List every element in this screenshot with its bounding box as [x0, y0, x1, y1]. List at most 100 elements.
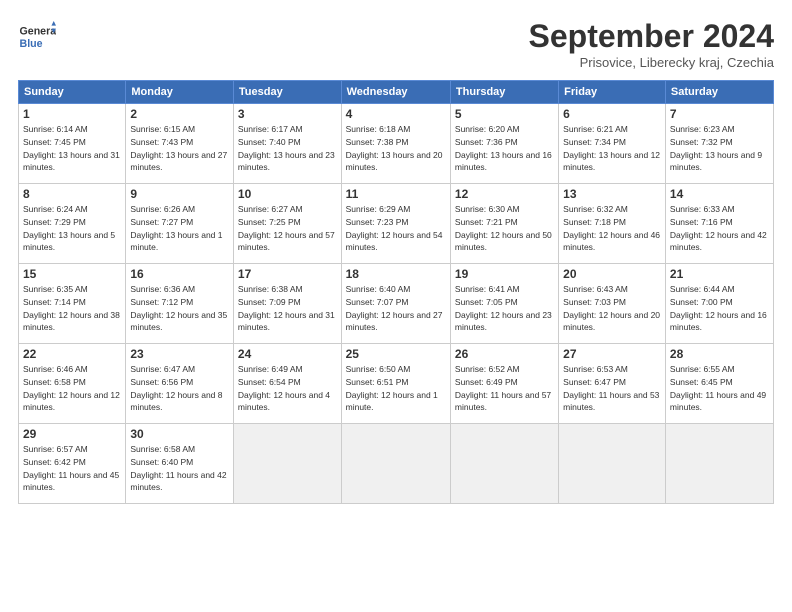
day-number: 1	[23, 107, 121, 121]
day-info: Sunrise: 6:33 AMSunset: 7:16 PMDaylight:…	[670, 203, 769, 254]
table-row: 7 Sunrise: 6:23 AMSunset: 7:32 PMDaylight…	[665, 104, 773, 184]
table-row: 30 Sunrise: 6:58 AMSunset: 6:40 PMDayligh…	[126, 424, 234, 504]
day-info: Sunrise: 6:21 AMSunset: 7:34 PMDaylight:…	[563, 123, 661, 174]
day-info: Sunrise: 6:55 AMSunset: 6:45 PMDaylight:…	[670, 363, 769, 414]
day-info: Sunrise: 6:47 AMSunset: 6:56 PMDaylight:…	[130, 363, 229, 414]
table-row: 14 Sunrise: 6:33 AMSunset: 7:16 PMDayligh…	[665, 184, 773, 264]
day-number: 23	[130, 347, 229, 361]
col-thursday: Thursday	[450, 81, 558, 104]
calendar-week-row: 15 Sunrise: 6:35 AMSunset: 7:14 PMDayligh…	[19, 264, 774, 344]
svg-text:General: General	[20, 26, 56, 38]
day-number: 26	[455, 347, 554, 361]
day-info: Sunrise: 6:57 AMSunset: 6:42 PMDaylight:…	[23, 443, 121, 494]
table-row	[233, 424, 341, 504]
table-row	[450, 424, 558, 504]
day-number: 27	[563, 347, 661, 361]
day-info: Sunrise: 6:15 AMSunset: 7:43 PMDaylight:…	[130, 123, 229, 174]
table-row: 4 Sunrise: 6:18 AMSunset: 7:38 PMDaylight…	[341, 104, 450, 184]
day-number: 7	[670, 107, 769, 121]
table-row: 5Sunrise: 6:20 AMSunset: 7:36 PMDaylight…	[450, 104, 558, 184]
table-row: 3 Sunrise: 6:17 AMSunset: 7:40 PMDaylight…	[233, 104, 341, 184]
day-number: 22	[23, 347, 121, 361]
location-subtitle: Prisovice, Liberecky kraj, Czechia	[529, 55, 774, 70]
table-row: 17 Sunrise: 6:38 AMSunset: 7:09 PMDayligh…	[233, 264, 341, 344]
col-monday: Monday	[126, 81, 234, 104]
table-row: 28 Sunrise: 6:55 AMSunset: 6:45 PMDayligh…	[665, 344, 773, 424]
day-number: 21	[670, 267, 769, 281]
day-number: 8	[23, 187, 121, 201]
day-info: Sunrise: 6:41 AMSunset: 7:05 PMDaylight:…	[455, 283, 554, 334]
calendar-header-row: Sunday Monday Tuesday Wednesday Thursday…	[19, 81, 774, 104]
table-row: 15 Sunrise: 6:35 AMSunset: 7:14 PMDayligh…	[19, 264, 126, 344]
day-number: 4	[346, 107, 446, 121]
table-row: 26 Sunrise: 6:52 AMSunset: 6:49 PMDayligh…	[450, 344, 558, 424]
table-row: 20 Sunrise: 6:43 AMSunset: 7:03 PMDayligh…	[559, 264, 666, 344]
day-number: 28	[670, 347, 769, 361]
page-header: General Blue September 2024 Prisovice, L…	[18, 18, 774, 70]
day-info: Sunrise: 6:26 AMSunset: 7:27 PMDaylight:…	[130, 203, 229, 254]
day-number: 15	[23, 267, 121, 281]
day-number: 13	[563, 187, 661, 201]
svg-text:Blue: Blue	[20, 38, 43, 50]
day-number: 12	[455, 187, 554, 201]
day-number: 25	[346, 347, 446, 361]
calendar-week-row: 29Sunrise: 6:57 AMSunset: 6:42 PMDayligh…	[19, 424, 774, 504]
table-row: 25 Sunrise: 6:50 AMSunset: 6:51 PMDayligh…	[341, 344, 450, 424]
day-info: Sunrise: 6:40 AMSunset: 7:07 PMDaylight:…	[346, 283, 446, 334]
day-info: Sunrise: 6:52 AMSunset: 6:49 PMDaylight:…	[455, 363, 554, 414]
table-row: 18 Sunrise: 6:40 AMSunset: 7:07 PMDayligh…	[341, 264, 450, 344]
table-row	[559, 424, 666, 504]
day-number: 6	[563, 107, 661, 121]
day-info: Sunrise: 6:58 AMSunset: 6:40 PMDaylight:…	[130, 443, 229, 494]
day-info: Sunrise: 6:53 AMSunset: 6:47 PMDaylight:…	[563, 363, 661, 414]
day-info: Sunrise: 6:18 AMSunset: 7:38 PMDaylight:…	[346, 123, 446, 174]
table-row: 16Sunrise: 6:36 AMSunset: 7:12 PMDayligh…	[126, 264, 234, 344]
table-row: 13 Sunrise: 6:32 AMSunset: 7:18 PMDayligh…	[559, 184, 666, 264]
day-number: 19	[455, 267, 554, 281]
day-info: Sunrise: 6:43 AMSunset: 7:03 PMDaylight:…	[563, 283, 661, 334]
table-row: 6 Sunrise: 6:21 AMSunset: 7:34 PMDaylight…	[559, 104, 666, 184]
day-info: Sunrise: 6:20 AMSunset: 7:36 PMDaylight:…	[455, 123, 554, 174]
table-row: 12 Sunrise: 6:30 AMSunset: 7:21 PMDayligh…	[450, 184, 558, 264]
day-number: 9	[130, 187, 229, 201]
table-row: 11Sunrise: 6:29 AMSunset: 7:23 PMDayligh…	[341, 184, 450, 264]
calendar-week-row: 1 Sunrise: 6:14 AMSunset: 7:45 PMDaylight…	[19, 104, 774, 184]
day-info: Sunrise: 6:14 AMSunset: 7:45 PMDaylight:…	[23, 123, 121, 174]
day-info: Sunrise: 6:49 AMSunset: 6:54 PMDaylight:…	[238, 363, 337, 414]
table-row: 24Sunrise: 6:49 AMSunset: 6:54 PMDayligh…	[233, 344, 341, 424]
table-row: 10 Sunrise: 6:27 AMSunset: 7:25 PMDayligh…	[233, 184, 341, 264]
table-row	[665, 424, 773, 504]
col-sunday: Sunday	[19, 81, 126, 104]
logo-icon: General Blue	[18, 18, 56, 56]
day-number: 10	[238, 187, 337, 201]
table-row: 1 Sunrise: 6:14 AMSunset: 7:45 PMDaylight…	[19, 104, 126, 184]
day-info: Sunrise: 6:27 AMSunset: 7:25 PMDaylight:…	[238, 203, 337, 254]
day-info: Sunrise: 6:50 AMSunset: 6:51 PMDaylight:…	[346, 363, 446, 414]
table-row: 19 Sunrise: 6:41 AMSunset: 7:05 PMDayligh…	[450, 264, 558, 344]
logo: General Blue	[18, 18, 56, 56]
day-info: Sunrise: 6:35 AMSunset: 7:14 PMDaylight:…	[23, 283, 121, 334]
col-saturday: Saturday	[665, 81, 773, 104]
day-number: 11	[346, 187, 446, 201]
calendar-table: Sunday Monday Tuesday Wednesday Thursday…	[18, 80, 774, 504]
day-info: Sunrise: 6:23 AMSunset: 7:32 PMDaylight:…	[670, 123, 769, 174]
day-number: 14	[670, 187, 769, 201]
day-info: Sunrise: 6:32 AMSunset: 7:18 PMDaylight:…	[563, 203, 661, 254]
col-wednesday: Wednesday	[341, 81, 450, 104]
day-number: 17	[238, 267, 337, 281]
day-number: 20	[563, 267, 661, 281]
day-number: 18	[346, 267, 446, 281]
day-number: 30	[130, 427, 229, 441]
day-info: Sunrise: 6:30 AMSunset: 7:21 PMDaylight:…	[455, 203, 554, 254]
day-info: Sunrise: 6:44 AMSunset: 7:00 PMDaylight:…	[670, 283, 769, 334]
day-info: Sunrise: 6:46 AMSunset: 6:58 PMDaylight:…	[23, 363, 121, 414]
day-info: Sunrise: 6:38 AMSunset: 7:09 PMDaylight:…	[238, 283, 337, 334]
table-row: 29Sunrise: 6:57 AMSunset: 6:42 PMDayligh…	[19, 424, 126, 504]
day-number: 3	[238, 107, 337, 121]
table-row: 21 Sunrise: 6:44 AMSunset: 7:00 PMDayligh…	[665, 264, 773, 344]
day-info: Sunrise: 6:17 AMSunset: 7:40 PMDaylight:…	[238, 123, 337, 174]
calendar-week-row: 22 Sunrise: 6:46 AMSunset: 6:58 PMDayligh…	[19, 344, 774, 424]
col-friday: Friday	[559, 81, 666, 104]
table-row: 22 Sunrise: 6:46 AMSunset: 6:58 PMDayligh…	[19, 344, 126, 424]
day-number: 2	[130, 107, 229, 121]
